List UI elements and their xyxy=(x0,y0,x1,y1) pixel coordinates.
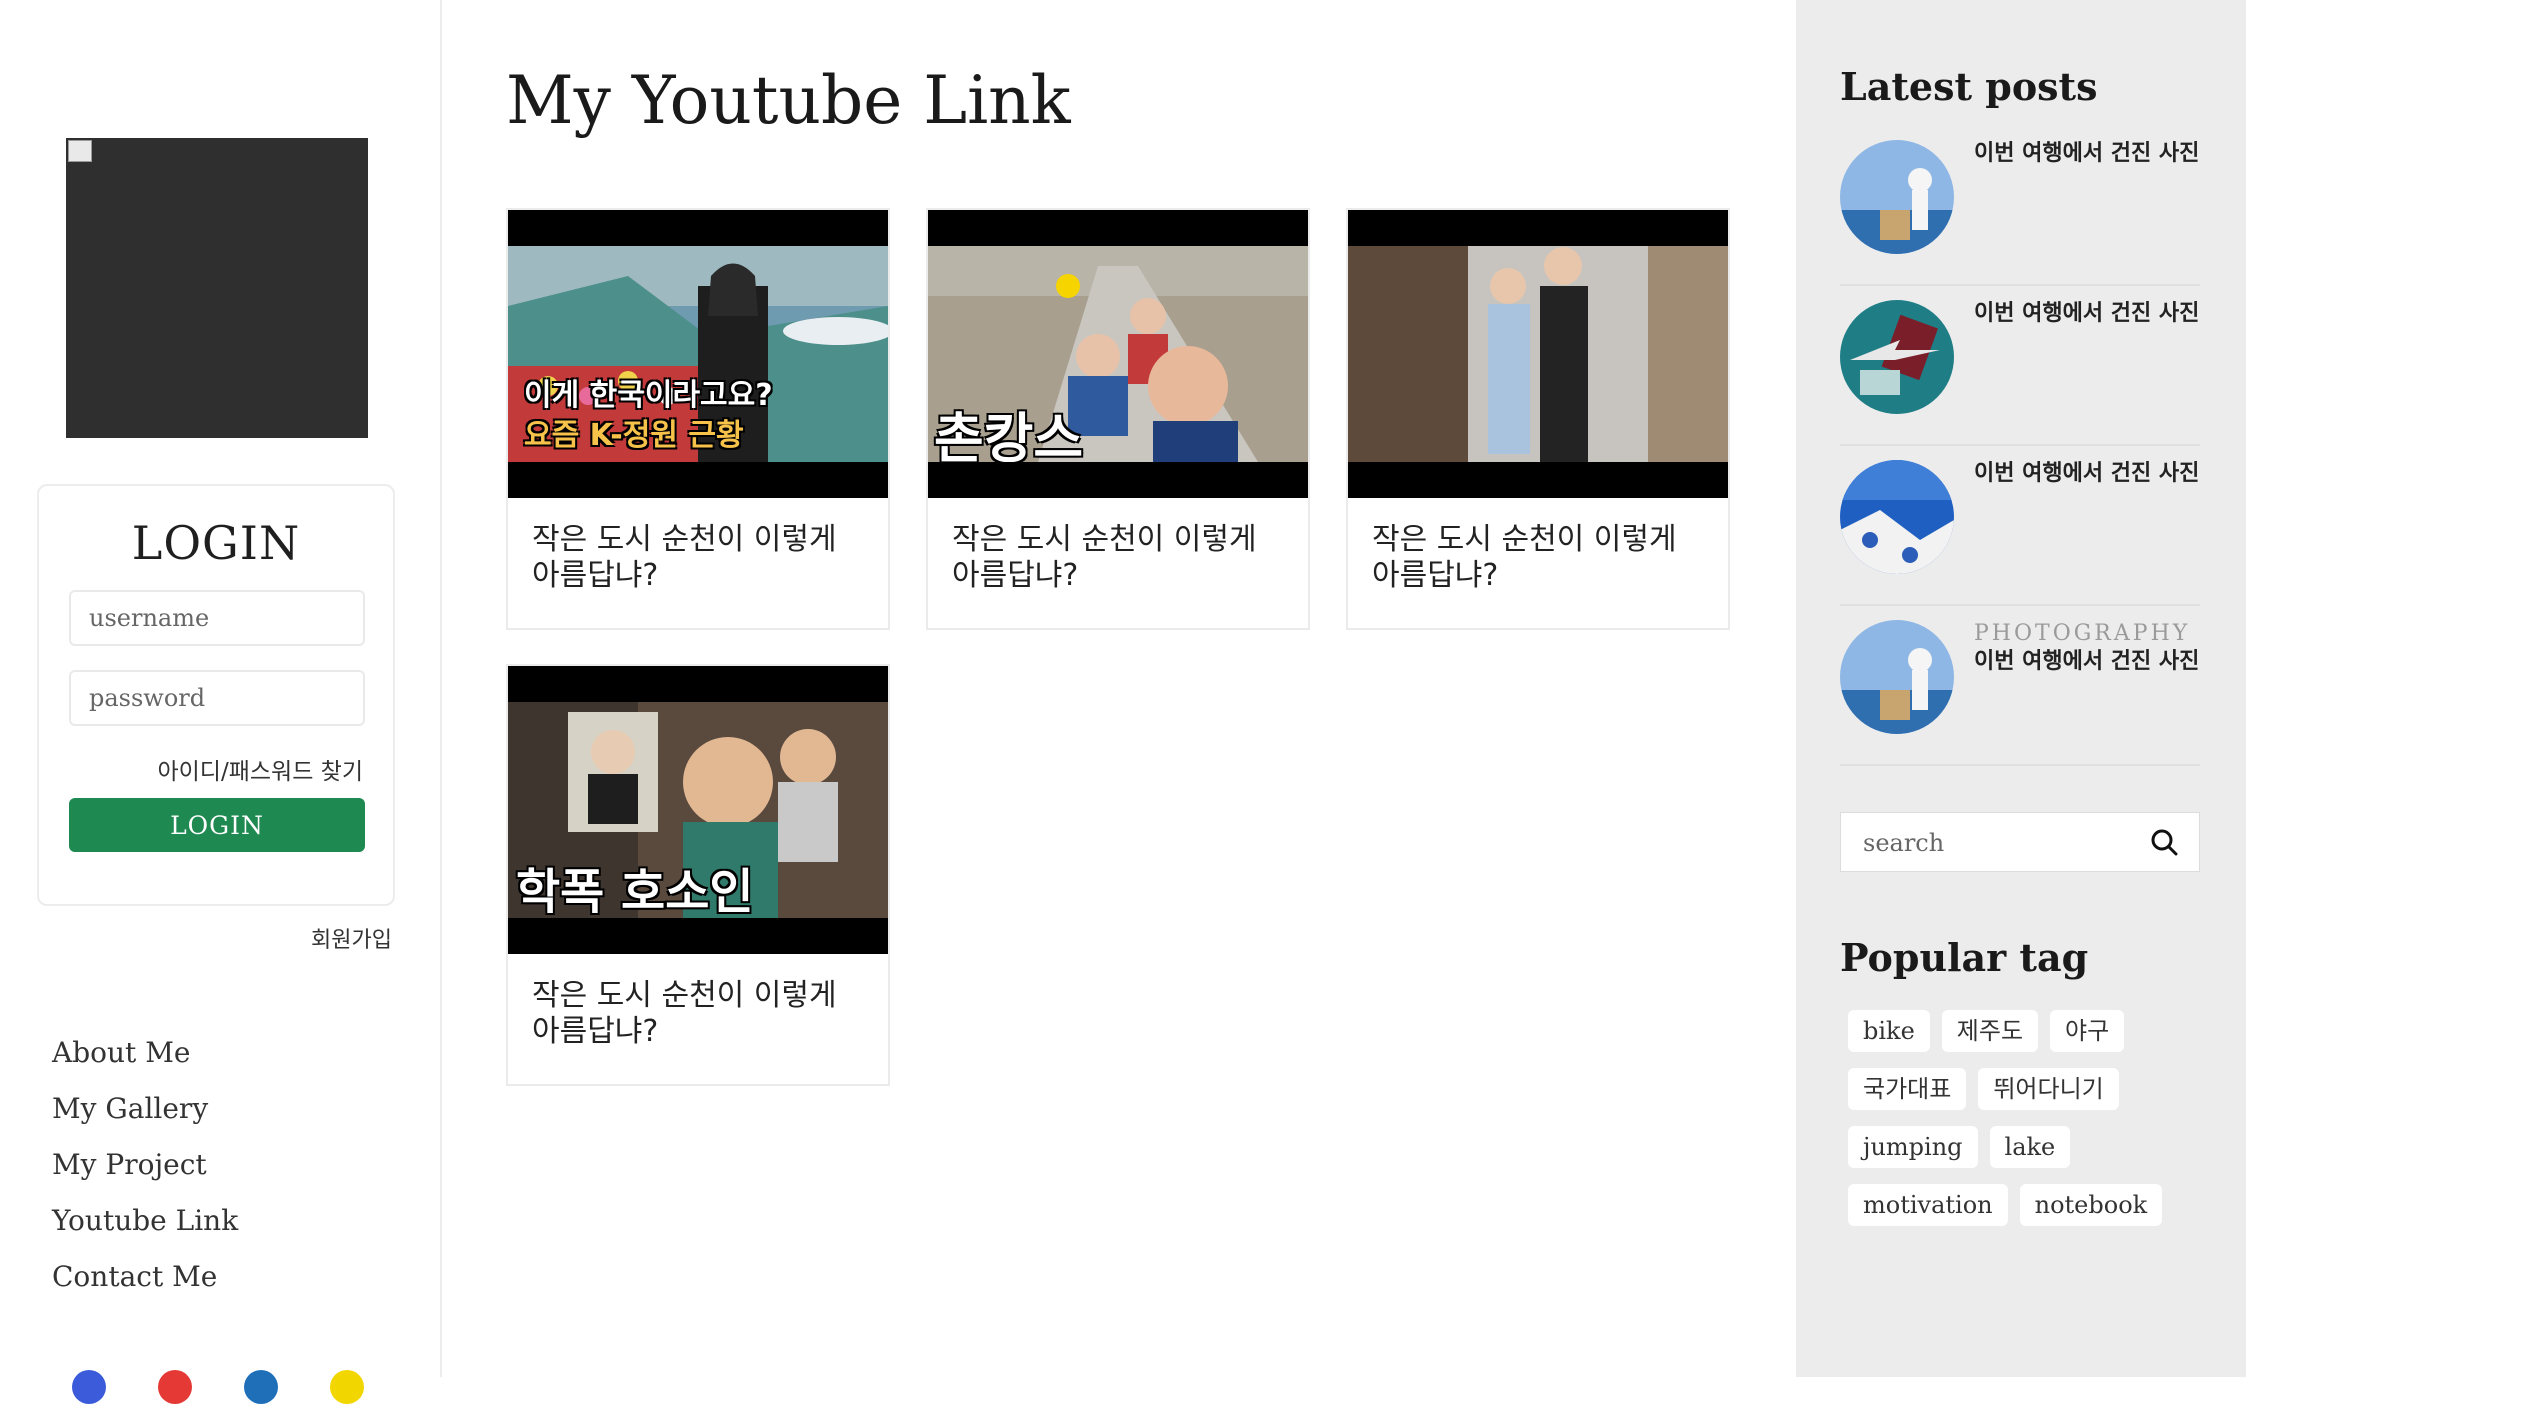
nav-my-gallery[interactable]: My Gallery xyxy=(52,1092,238,1148)
tag-item[interactable]: bike xyxy=(1848,1010,1930,1052)
tag-item[interactable]: jumping xyxy=(1848,1126,1978,1168)
linkedin-icon[interactable] xyxy=(244,1370,278,1404)
latest-posts-heading: Latest posts xyxy=(1840,64,2098,109)
username-input[interactable] xyxy=(69,590,365,646)
broken-image-icon xyxy=(68,140,92,162)
thumbnail-image: 촌캉스 xyxy=(928,246,1308,462)
right-sidebar: Latest posts 이번 여행에서 건진 사진 이번 여행에서 건진 사진… xyxy=(1796,0,2246,1377)
latest-post-item[interactable]: 이번 여행에서 건진 사진 xyxy=(1840,130,2200,286)
post-thumbnail[interactable] xyxy=(1840,300,1954,414)
thumbnail-image: 이게 한국이라고요? 요즘 K-정원 근황 xyxy=(508,246,888,462)
search-box xyxy=(1840,812,2200,872)
login-box: LOGIN 아이디/패스워드 찾기 LOGIN xyxy=(37,484,395,906)
password-input[interactable] xyxy=(69,670,365,726)
video-thumbnail[interactable]: 이게 한국이라고요? 요즘 K-정원 근황 xyxy=(508,210,888,498)
tag-item[interactable]: 야구 xyxy=(2050,1010,2125,1052)
latest-post-item[interactable]: 이번 여행에서 건진 사진 xyxy=(1840,290,2200,446)
post-title[interactable]: 이번 여행에서 건진 사진 xyxy=(1974,460,2204,488)
tag-item[interactable]: 뛰어다니기 xyxy=(1978,1068,2119,1110)
thumbnail-caption: 촌캉스 xyxy=(934,407,1084,462)
nav-contact-me[interactable]: Contact Me xyxy=(52,1260,238,1316)
popular-tag-heading: Popular tag xyxy=(1840,935,2089,980)
tag-item[interactable]: lake xyxy=(1989,1126,2071,1168)
post-title[interactable]: 이번 여행에서 건진 사진 xyxy=(1974,649,2199,674)
login-button[interactable]: LOGIN xyxy=(69,798,365,852)
page-title: My Youtube Link xyxy=(506,62,1071,139)
video-title[interactable]: 작은 도시 순천이 이렇게 아름답냐? xyxy=(532,978,852,1050)
thumbnail-image: 학폭 호소인 xyxy=(508,702,888,918)
video-card[interactable]: 이게 한국이라고요? 요즘 K-정원 근황 작은 도시 순천이 이렇게 아름답냐… xyxy=(506,208,890,630)
nav-youtube-link[interactable]: Youtube Link xyxy=(52,1204,238,1260)
login-title: LOGIN xyxy=(131,516,301,570)
tag-list: bike 제주도 야구 국가대표 뛰어다니기 jumping lake motivati… xyxy=(1848,1010,2228,1242)
video-title[interactable]: 작은 도시 순천이 이렇게 아름답냐? xyxy=(1372,522,1692,594)
post-thumbnail[interactable] xyxy=(1840,460,1954,574)
video-title[interactable]: 작은 도시 순천이 이렇게 아름답냐? xyxy=(952,522,1272,594)
tag-item[interactable]: motivation xyxy=(1848,1184,2008,1226)
latest-post-item[interactable]: 이번 여행에서 건진 사진 xyxy=(1840,450,2200,606)
post-text[interactable]: PHOTOGRAPHY 이번 여행에서 건진 사진 xyxy=(1974,620,2204,676)
tag-item[interactable]: 제주도 xyxy=(1941,1010,2039,1052)
thumbnail-image xyxy=(1348,246,1728,462)
post-title[interactable]: 이번 여행에서 건진 사진 xyxy=(1974,300,2204,328)
video-thumbnail[interactable]: 촌캉스 xyxy=(928,210,1308,498)
post-title[interactable]: 이번 여행에서 건진 사진 xyxy=(1974,140,2204,168)
find-account-link[interactable]: 아이디/패스워드 찾기 xyxy=(157,752,363,786)
tag-item[interactable]: notebook xyxy=(2019,1184,2163,1226)
tag-item[interactable]: 국가대표 xyxy=(1848,1068,1967,1110)
nav-my-project[interactable]: My Project xyxy=(52,1148,238,1204)
signup-link[interactable]: 회원가입 xyxy=(311,922,392,954)
main-nav: About Me My Gallery My Project Youtube L… xyxy=(52,1036,238,1316)
profile-image xyxy=(66,138,368,438)
video-thumbnail[interactable]: 학폭 호소인 xyxy=(508,666,888,954)
post-thumbnail[interactable] xyxy=(1840,140,1954,254)
nav-about-me[interactable]: About Me xyxy=(52,1036,238,1092)
video-card[interactable]: 학폭 호소인 작은 도시 순천이 이렇게 아름답냐? xyxy=(506,664,890,1086)
thumbnail-caption-2: 요즘 K-정원 근황 xyxy=(524,418,744,453)
post-thumbnail[interactable] xyxy=(1840,620,1954,734)
left-sidebar: LOGIN 아이디/패스워드 찾기 LOGIN 회원가입 About Me My… xyxy=(0,0,442,1404)
video-thumbnail[interactable] xyxy=(1348,210,1728,498)
video-card[interactable]: 작은 도시 순천이 이렇게 아름답냐? xyxy=(1346,208,1730,630)
search-input[interactable] xyxy=(1861,823,2135,863)
thumbnail-caption: 학폭 호소인 xyxy=(516,864,754,918)
thumbnail-caption-1: 이게 한국이라고요? xyxy=(524,378,773,413)
post-category: PHOTOGRAPHY xyxy=(1974,621,2191,646)
youtube-icon[interactable] xyxy=(158,1370,192,1404)
latest-post-item[interactable]: PHOTOGRAPHY 이번 여행에서 건진 사진 xyxy=(1840,610,2200,766)
video-title[interactable]: 작은 도시 순천이 이렇게 아름답냐? xyxy=(532,522,852,594)
video-card[interactable]: 촌캉스 작은 도시 순천이 이렇게 아름답냐? xyxy=(926,208,1310,630)
facebook-icon[interactable] xyxy=(72,1370,106,1404)
kakao-icon[interactable] xyxy=(330,1370,364,1404)
search-icon[interactable] xyxy=(2149,827,2179,857)
